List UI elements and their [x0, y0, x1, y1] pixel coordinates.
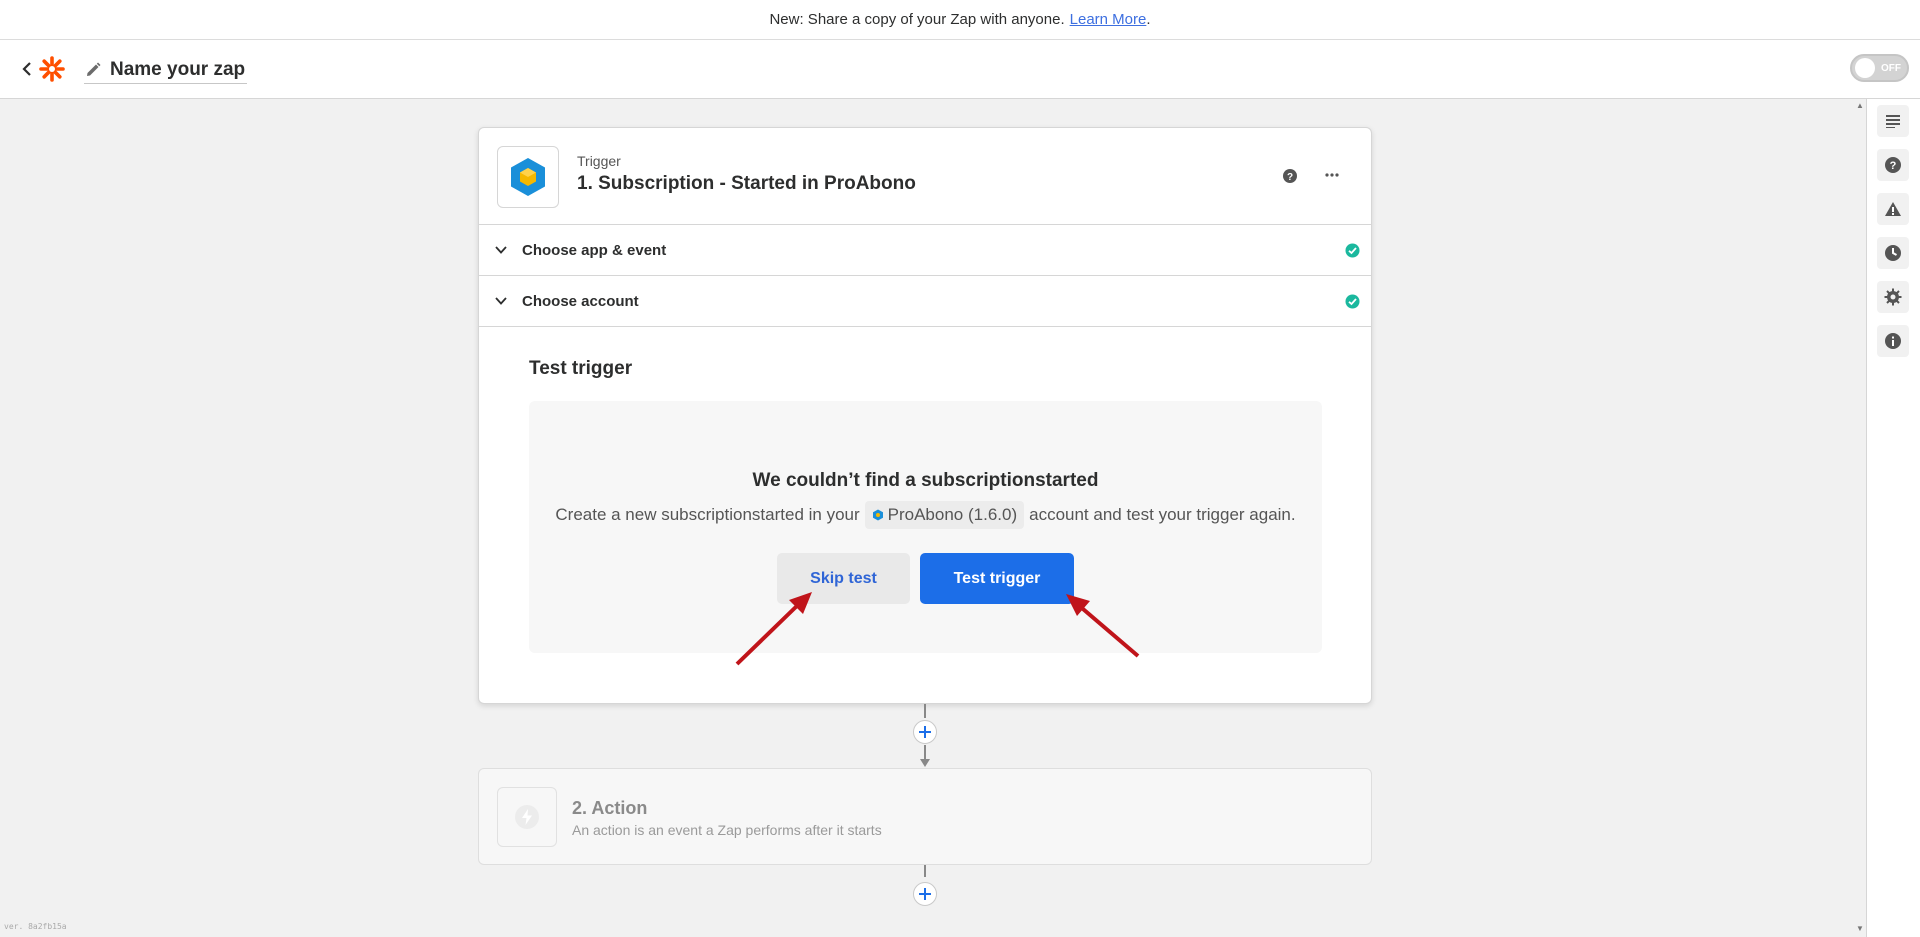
complete-check-icon — [1345, 243, 1360, 258]
chevron-left-icon — [22, 62, 31, 76]
add-step-button[interactable] — [913, 882, 937, 906]
section-choose-app-event[interactable]: Choose app & event — [479, 225, 1371, 276]
test-trigger-button[interactable]: Test trigger — [920, 553, 1074, 604]
section-label: Choose account — [522, 292, 639, 310]
proabono-app-icon — [497, 146, 559, 208]
complete-check-icon — [1345, 294, 1360, 309]
step-connector — [924, 865, 926, 877]
zap-name-field[interactable]: Name your zap — [84, 56, 248, 84]
settings-button[interactable] — [1877, 281, 1909, 313]
svg-text:?: ? — [1890, 160, 1897, 172]
info-icon — [1885, 333, 1901, 349]
back-button[interactable] — [18, 58, 36, 80]
pencil-icon — [87, 62, 101, 76]
action-step-description: An action is an event a Zap performs aft… — [572, 822, 882, 838]
zap-on-off-toggle[interactable]: OFF — [1850, 54, 1909, 82]
zap-name: Name your zap — [110, 58, 246, 80]
help-icon: ? — [1283, 169, 1297, 183]
section-choose-account[interactable]: Choose account — [479, 276, 1371, 327]
banner-suffix: . — [1146, 11, 1151, 28]
plus-icon — [919, 726, 931, 738]
trigger-step-title: 1. Subscription - Started in ProAbono — [577, 173, 916, 194]
step-connector — [924, 745, 926, 759]
trigger-step-card: Trigger 1. Subscription - Started in Pro… — [478, 127, 1372, 704]
history-icon — [1885, 245, 1901, 261]
learn-more-link[interactable]: Learn More — [1070, 11, 1147, 28]
step-kind-label: Trigger — [577, 153, 621, 169]
toggle-knob — [1855, 58, 1875, 78]
no-data-title: We couldn’t find a subscriptionstarted — [752, 470, 1099, 491]
test-trigger-heading: Test trigger — [529, 358, 633, 379]
scroll-down-arrow[interactable]: ▼ — [1855, 924, 1865, 934]
more-horizontal-icon — [1325, 173, 1339, 177]
desc-before: Create a new subscriptionstarted in your — [555, 505, 860, 524]
lightning-icon — [515, 805, 539, 829]
chevron-down-icon — [495, 246, 507, 254]
app-chip-label: ProAbono (1.6.0) — [887, 505, 1018, 524]
scroll-up-arrow[interactable]: ▲ — [1855, 101, 1865, 111]
history-button[interactable] — [1877, 237, 1909, 269]
editor-header: Name your zap OFF — [0, 40, 1920, 99]
action-placeholder-icon — [497, 787, 557, 847]
outline-button[interactable] — [1877, 105, 1909, 137]
add-step-button[interactable] — [913, 720, 937, 744]
trigger-card-header[interactable]: Trigger 1. Subscription - Started in Pro… — [479, 128, 1371, 225]
no-data-description: Create a new subscriptionstarted in your… — [529, 501, 1322, 529]
step-connector — [924, 704, 926, 718]
right-sidebar: ? — [1866, 99, 1920, 937]
plus-icon — [919, 888, 931, 900]
chevron-down-icon — [495, 297, 507, 305]
alerts-button[interactable] — [1877, 193, 1909, 225]
section-label: Choose app & event — [522, 241, 667, 259]
no-data-panel: We couldn’t find a subscriptionstarted C… — [529, 401, 1322, 653]
help-icon: ? — [1885, 157, 1901, 173]
proabono-mini-icon — [872, 509, 883, 521]
step-more-options-button[interactable] — [1322, 168, 1342, 186]
svg-text:?: ? — [1287, 172, 1293, 183]
step-help-button[interactable]: ? — [1282, 168, 1300, 186]
help-panel-button[interactable]: ? — [1877, 149, 1909, 181]
skip-test-button[interactable]: Skip test — [777, 553, 910, 604]
action-step-title: 2. Action — [572, 798, 648, 818]
action-step-card[interactable]: 2. Action An action is an event a Zap pe… — [478, 768, 1372, 865]
toggle-label: OFF — [1881, 62, 1901, 74]
connector-arrowhead-icon — [920, 759, 930, 767]
zapier-logo-icon[interactable] — [39, 56, 65, 82]
settings-icon — [1884, 288, 1902, 306]
desc-after: account and test your trigger again. — [1029, 505, 1296, 524]
info-button[interactable] — [1877, 325, 1909, 357]
announcement-banner: New: Share a copy of your Zap with anyon… — [0, 0, 1920, 40]
outline-icon — [1886, 115, 1900, 128]
version-label: ver. 8a2fb15a — [4, 922, 67, 931]
banner-text: New: Share a copy of your Zap with anyon… — [769, 11, 1065, 28]
app-version-chip: ProAbono (1.6.0) — [864, 501, 1025, 529]
warning-icon — [1885, 202, 1901, 216]
